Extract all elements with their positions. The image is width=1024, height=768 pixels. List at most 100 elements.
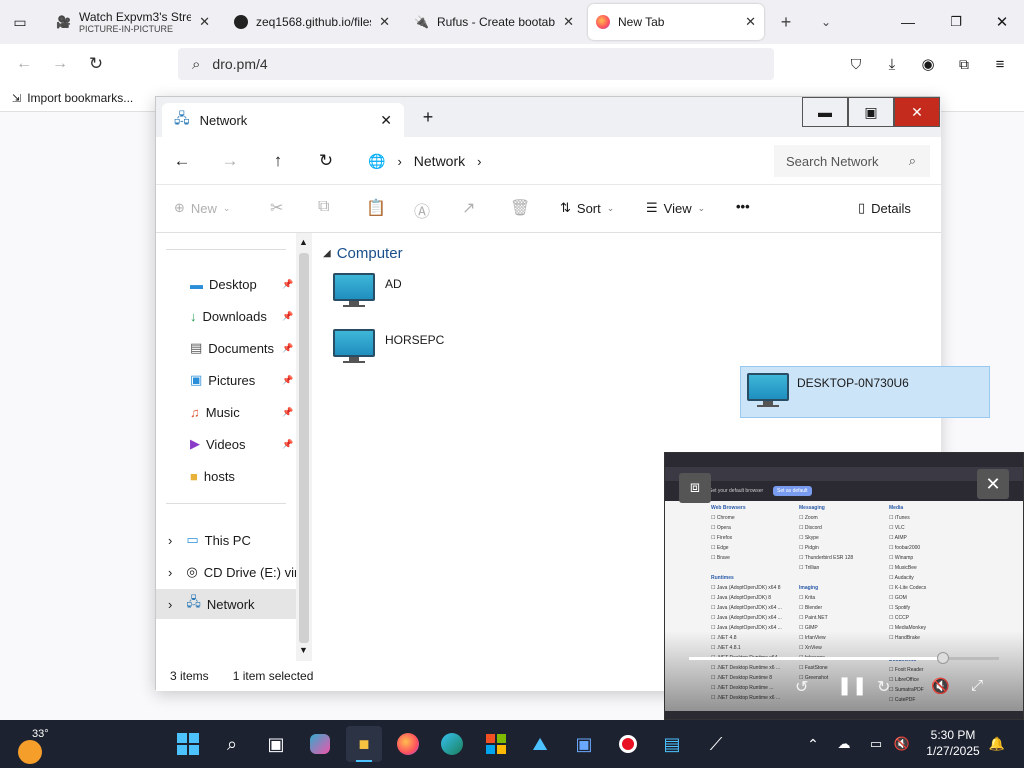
firefox-taskbar-button[interactable] — [390, 726, 426, 762]
account-icon[interactable]: ◉ — [918, 54, 938, 74]
breadcrumb-network[interactable]: Network — [414, 153, 465, 169]
volume-muted-icon[interactable]: 🔇 — [892, 734, 912, 754]
notepad-taskbar-button[interactable]: ▤ — [654, 726, 690, 762]
copy-icon[interactable]: ⧉ — [318, 198, 329, 216]
navigation-scrollbar[interactable]: ▲ ▼ — [296, 233, 312, 661]
search-icon: ⌕ — [192, 55, 201, 73]
computer-item-desktop[interactable]: DESKTOP-0N730U6 — [740, 366, 990, 418]
scroll-up-icon[interactable]: ▲ — [299, 237, 308, 247]
pip-toggle-icon[interactable]: ⧈ — [679, 473, 711, 503]
refresh-icon[interactable]: ↻ — [316, 151, 336, 171]
cut-icon[interactable]: ✂ — [270, 198, 283, 218]
new-tab-plus-icon[interactable]: + — [418, 107, 438, 127]
computer-item-ad[interactable]: AD — [333, 273, 573, 323]
sidebar-item-videos[interactable]: ▶ Videos 📌 — [156, 429, 296, 459]
close-tab-icon[interactable]: ✕ — [380, 112, 392, 129]
reload-icon[interactable]: ↻ — [86, 54, 106, 74]
paste-icon[interactable]: 📋 — [366, 198, 386, 218]
tab-github[interactable]: zeq1568.github.io/files ✕ — [226, 4, 398, 40]
restore-icon[interactable]: ❐ — [944, 10, 968, 34]
download-icon[interactable]: ⤓ — [882, 54, 902, 74]
tab-stream[interactable]: 🎥 Watch Expvm3's StreamPICTURE-IN-PICTUR… — [48, 4, 218, 40]
back-arrow-icon[interactable]: ← — [14, 54, 34, 74]
pause-icon[interactable]: ❚❚ — [837, 675, 867, 696]
pip-progress-track[interactable] — [689, 657, 999, 660]
search-network-input[interactable]: Search Network ⌕ — [774, 145, 930, 177]
forward-icon[interactable]: ↻ — [877, 677, 890, 697]
group-header-computer[interactable]: ◢ Computer — [323, 245, 403, 262]
computer-item-horsepc[interactable]: HORSEPC — [333, 329, 573, 379]
explorer-tab-network[interactable]: 🖧 Network ✕ — [162, 103, 404, 137]
forward-arrow-icon[interactable]: → — [50, 54, 70, 74]
fullscreen-icon[interactable]: ⤢ — [971, 677, 983, 694]
task-view-button[interactable]: ▣ — [258, 726, 294, 762]
tab-new-tab[interactable]: New Tab ✕ — [588, 4, 764, 40]
clock[interactable]: 5:30 PM 1/27/2025 — [922, 727, 984, 759]
edge-taskbar-button[interactable] — [434, 726, 470, 762]
pocket-icon[interactable]: ⛉ — [846, 54, 866, 74]
photos-taskbar-button[interactable]: ⛰ — [522, 726, 558, 762]
divider — [166, 503, 286, 504]
more-options-button[interactable]: ••• — [736, 199, 750, 214]
minimize-icon[interactable]: — — [896, 10, 920, 34]
view-button[interactable]: ☰ View ⌄ — [646, 200, 705, 216]
start-button[interactable] — [170, 726, 206, 762]
copilot-button[interactable] — [302, 726, 338, 762]
scroll-thumb[interactable] — [299, 253, 309, 643]
documents-icon: ▤ — [190, 340, 203, 355]
up-arrow-icon[interactable]: ↑ — [268, 151, 288, 171]
extensions-icon[interactable]: ⧉ — [954, 54, 974, 74]
tab-manager-icon[interactable]: ▭ — [10, 12, 30, 32]
recorder-taskbar-button[interactable] — [610, 726, 646, 762]
minimize-button[interactable]: ▬ — [802, 97, 848, 127]
close-tab-icon[interactable]: ✕ — [379, 14, 390, 30]
weather-widget[interactable]: 33° — [18, 726, 58, 764]
sidebar-item-downloads[interactable]: ↓ Downloads 📌 — [156, 301, 296, 331]
sidebar-item-hosts[interactable]: ■ hosts — [156, 461, 296, 491]
sidebar-item-pictures[interactable]: ▣ Pictures 📌 — [156, 365, 296, 395]
cloud-offline-icon[interactable]: ☁ — [834, 734, 854, 754]
scroll-down-icon[interactable]: ▼ — [299, 645, 308, 655]
maximize-button[interactable]: ▣ — [848, 97, 894, 127]
sidebar-item-music[interactable]: ♫ Music 📌 — [156, 397, 296, 427]
sidebar-item-documents[interactable]: ▤ Documents 📌 — [156, 333, 296, 363]
menu-hamburger-icon[interactable]: ≡ — [990, 54, 1010, 74]
close-tab-icon[interactable]: ✕ — [563, 14, 574, 30]
new-button[interactable]: ⊕ New ⌄ — [174, 200, 230, 216]
url-bar[interactable]: ⌕ dro.pm/4 — [178, 48, 774, 80]
sidebar-item-cd-drive[interactable]: › ◎ CD Drive (E:) virt — [156, 557, 296, 587]
pip-list-item: ☐ Krita — [799, 595, 816, 601]
store-taskbar-button[interactable] — [478, 726, 514, 762]
forward-arrow-icon[interactable]: → — [220, 151, 240, 171]
close-button[interactable]: ✕ — [894, 97, 940, 127]
details-label: Details — [871, 200, 911, 216]
back-arrow-icon[interactable]: ← — [172, 151, 192, 171]
close-tab-icon[interactable]: ✕ — [199, 14, 210, 30]
sort-button[interactable]: ⇅ Sort ⌄ — [560, 200, 614, 216]
usb-taskbar-button[interactable]: ⟋ — [698, 726, 734, 762]
import-bookmarks-link[interactable]: ⇲ Import bookmarks... — [12, 91, 133, 105]
delete-icon[interactable]: 🗑 — [510, 198, 530, 218]
tab-rufus[interactable]: 🔌 Rufus - Create bootable ✕ — [406, 4, 582, 40]
rename-icon[interactable]: Ⓐ — [414, 198, 430, 222]
mute-icon[interactable]: 🔇 — [931, 677, 950, 695]
sidebar-item-desktop[interactable]: ▬ Desktop 📌 — [156, 269, 296, 299]
replay-icon[interactable]: ↺ — [795, 677, 808, 697]
new-tab-plus-icon[interactable]: + — [774, 10, 798, 34]
picture-in-picture-window[interactable]: Set your default browser Set as default … — [664, 452, 1024, 720]
show-hidden-icons-chevron-icon[interactable]: ⌃ — [804, 734, 822, 754]
file-explorer-taskbar-button[interactable]: ■ — [346, 726, 382, 762]
search-button[interactable]: ⌕ — [214, 726, 250, 762]
close-tab-icon[interactable]: ✕ — [745, 14, 756, 30]
network-status-icon[interactable]: ▭ — [866, 734, 886, 754]
details-button[interactable]: ▯ Details — [858, 200, 911, 216]
share-icon[interactable]: ↗ — [462, 198, 475, 218]
notification-bell-icon[interactable]: 🔔 — [988, 734, 1006, 754]
close-window-icon[interactable]: ✕ — [990, 10, 1014, 34]
pip-close-icon[interactable]: ✕ — [977, 469, 1009, 499]
sidebar-item-this-pc[interactable]: › ▭ This PC — [156, 525, 296, 555]
list-tabs-chevron-icon[interactable]: ⌄ — [814, 10, 838, 34]
sidebar-item-network[interactable]: › 🖧 Network — [156, 589, 296, 619]
remote-desktop-taskbar-button[interactable]: ▣ — [566, 726, 602, 762]
breadcrumb[interactable]: 🌐 › Network › — [356, 145, 760, 177]
